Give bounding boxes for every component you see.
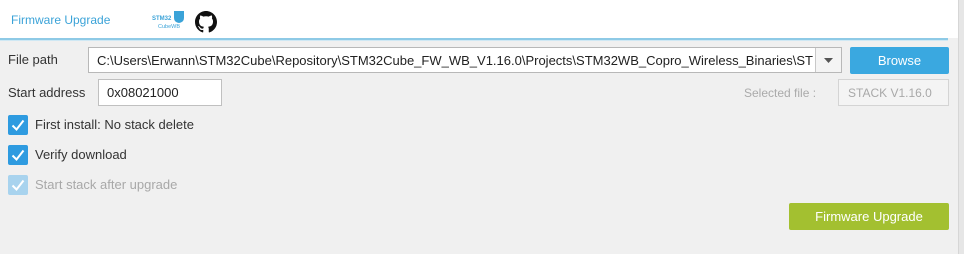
chevron-down-icon	[824, 58, 833, 63]
first-install-label: First install: No stack delete	[35, 117, 194, 132]
tab-firmware-upgrade[interactable]: Firmware Upgrade	[11, 13, 110, 27]
file-path-combobox[interactable]: C:\Users\Erwann\STM32Cube\Repository\STM…	[88, 47, 842, 73]
header-bar: Firmware Upgrade STM32 CubeWB	[0, 0, 964, 38]
file-path-label: File path	[8, 52, 58, 67]
logo-text-bottom: CubeWB	[158, 24, 180, 30]
first-install-option[interactable]: First install: No stack delete	[8, 115, 228, 137]
start-address-label: Start address	[8, 85, 86, 100]
header-divider-shadow	[0, 40, 948, 41]
verify-download-label: Verify download	[35, 147, 127, 162]
checkmark-icon	[11, 179, 25, 192]
verify-download-checkbox[interactable]	[8, 145, 28, 165]
start-stack-label: Start stack after upgrade	[35, 177, 178, 192]
logo-text-top: STM32	[152, 16, 172, 22]
verify-download-option[interactable]: Verify download	[8, 145, 168, 167]
stm32-cubewb-logo: STM32 CubeWB	[152, 11, 184, 30]
start-address-input[interactable]	[98, 79, 222, 106]
checkmark-icon	[11, 149, 25, 162]
file-path-dropdown-button[interactable]	[815, 48, 841, 72]
window-right-edge	[958, 0, 964, 254]
start-stack-option: Start stack after upgrade	[8, 175, 208, 197]
selected-file-label: Selected file :	[744, 86, 817, 100]
start-stack-checkbox	[8, 175, 28, 195]
firmware-upgrade-button[interactable]: Firmware Upgrade	[789, 203, 949, 230]
github-icon[interactable]	[195, 11, 217, 33]
first-install-checkbox[interactable]	[8, 115, 28, 135]
checkmark-icon	[11, 119, 25, 132]
file-path-value[interactable]: C:\Users\Erwann\STM32Cube\Repository\STM…	[97, 53, 813, 68]
browse-button[interactable]: Browse	[850, 47, 949, 74]
selected-file-value: STACK V1.16.0	[838, 79, 949, 106]
